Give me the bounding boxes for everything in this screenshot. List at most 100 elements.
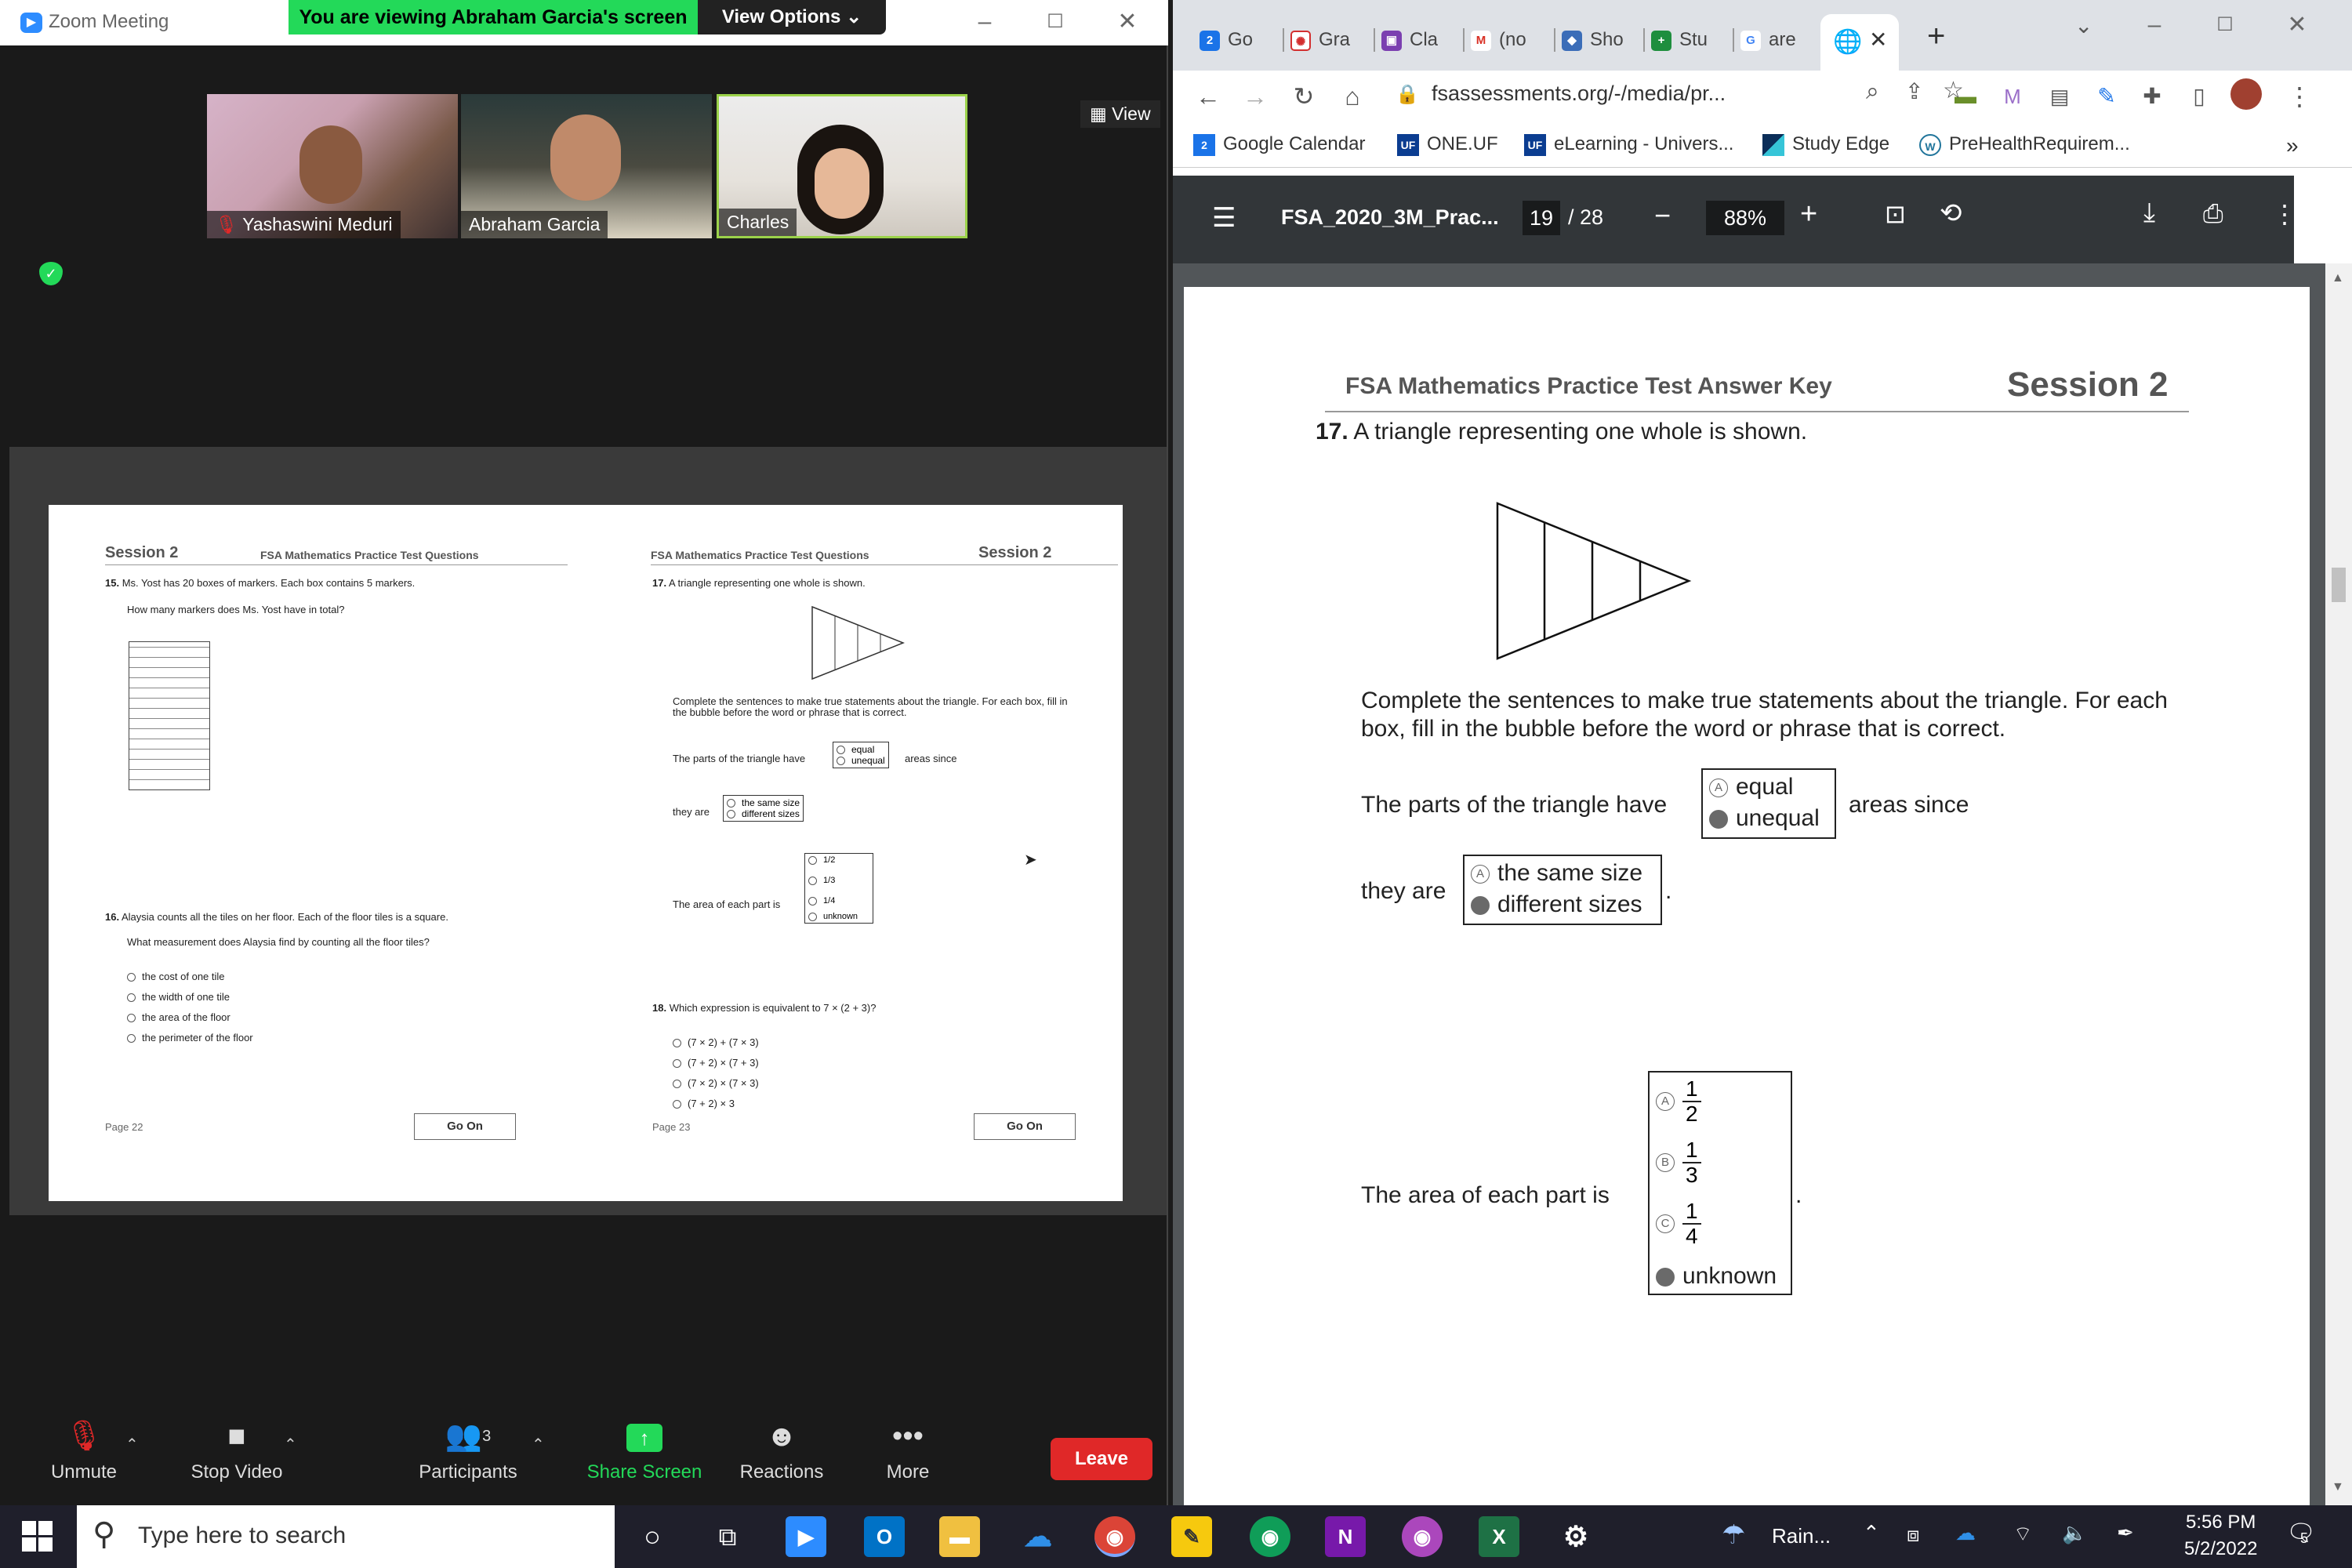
participant-video[interactable]: Abraham Garcia (461, 94, 712, 238)
extensions-puzzle-icon[interactable]: ✚ (2134, 78, 2170, 114)
google-calendar-icon: 2 (1200, 30, 1220, 51)
url-text: fsassessments.org/-/media/pr... (1432, 82, 1726, 105)
more-bookmarks-chevron-icon[interactable]: » (2286, 133, 2299, 158)
zoom-out-icon[interactable]: − (1654, 199, 1671, 232)
weather-text[interactable]: Rain... (1772, 1524, 1831, 1548)
onedrive-tray-icon[interactable]: ☁ (1955, 1521, 1976, 1545)
more-button[interactable]: ••• More (869, 1411, 947, 1483)
bookmark-star-icon[interactable]: ☆ (1943, 77, 1964, 104)
extension-icon[interactable]: ✎ (2089, 78, 2125, 114)
extension-icon[interactable]: M (1994, 78, 2031, 114)
home-icon[interactable]: ⌂ (1334, 78, 1370, 114)
file-explorer-icon[interactable]: ▬ (939, 1516, 980, 1557)
share-screen-button[interactable]: ↑ Share Screen (574, 1411, 715, 1483)
fraction: 13 (1682, 1138, 1701, 1187)
onedrive-icon[interactable]: ☁ (1018, 1516, 1058, 1557)
audio-options-chevron-icon[interactable]: ⌃ (125, 1435, 139, 1454)
notifications-icon[interactable]: 🗨 5 (2286, 1519, 2316, 1547)
download-icon[interactable]: ⤓ (2143, 198, 2155, 228)
rotate-icon[interactable]: ⟲ (1940, 198, 1962, 229)
zoom-magnifier-icon[interactable]: ⌕ (1866, 78, 1879, 105)
leave-button[interactable]: Leave (1051, 1438, 1152, 1480)
scrollbar-thumb[interactable] (2332, 568, 2346, 602)
reload-icon[interactable]: ↻ (1286, 78, 1322, 114)
scroll-down-icon[interactable]: ▼ (2332, 1480, 2344, 1494)
task-view-icon[interactable]: ⧉ (707, 1516, 748, 1557)
side-panel-icon[interactable]: ▯ (2181, 78, 2217, 114)
pdf-filename: FSA_2020_3M_Prac... (1281, 205, 1499, 229)
show-hidden-icons-chevron-icon[interactable]: ⌃ (1863, 1521, 1880, 1545)
pdf-more-icon[interactable]: ⋮ (2272, 199, 2297, 229)
excel-app-icon[interactable]: X (1479, 1516, 1519, 1557)
print-icon[interactable]: ⎙ (2203, 199, 2223, 229)
participants-button[interactable]: 👥3 Participants (401, 1411, 535, 1483)
bubble-icon (673, 1039, 681, 1048)
chrome-profile-icon[interactable]: ◉ (1402, 1516, 1443, 1557)
tab-search-chevron-icon[interactable]: ⌄ (2074, 13, 2092, 38)
profile-avatar-icon[interactable] (2228, 78, 2264, 114)
participants-icon: 👥3 (445, 1420, 492, 1453)
pdf-page: FSA Mathematics Practice Test Answer Key… (1184, 287, 2310, 1526)
participants-options-chevron-icon[interactable]: ⌃ (532, 1435, 545, 1454)
tab[interactable]: ✺ Gra (1290, 20, 1369, 60)
network-device-icon[interactable]: ⧈ (1907, 1523, 1920, 1548)
video-options-chevron-icon[interactable]: ⌃ (284, 1435, 297, 1454)
zoom-in-icon[interactable]: + (1800, 198, 1817, 231)
maximize-icon[interactable]: ☐ (2209, 9, 2241, 41)
close-tab-icon[interactable]: ✕ (1869, 27, 1887, 53)
participant-video[interactable]: 🎙 Yashaswini Meduri (207, 94, 458, 238)
bubble-icon (727, 810, 735, 819)
tab[interactable]: + Stu (1651, 20, 1730, 60)
sticky-notes-icon[interactable]: ✎ (1171, 1516, 1212, 1557)
tab[interactable]: Gare (1740, 20, 1819, 60)
clock[interactable]: 5:56 PM 5/2/2022 (2184, 1512, 2257, 1560)
bookmark[interactable]: W PreHealthRequirem... (1919, 133, 2130, 156)
security-shield-icon[interactable]: ✓ (39, 262, 63, 285)
unmute-button[interactable]: 🎙 Unmute (41, 1411, 127, 1483)
new-tab-icon[interactable]: + (1927, 19, 1945, 54)
wifi-icon[interactable]: ⌔ (2013, 1521, 2032, 1547)
tab[interactable]: M (no (1471, 20, 1549, 60)
bookmark[interactable]: 2 Google Calendar (1193, 133, 1365, 156)
close-icon[interactable]: ✕ (2281, 9, 2313, 41)
forward-arrow-icon[interactable]: → (1237, 78, 1273, 114)
windows-start-icon[interactable] (22, 1521, 53, 1552)
scroll-up-icon[interactable]: ▲ (2332, 271, 2344, 285)
minimize-icon[interactable]: – (2139, 9, 2170, 41)
chrome-app-icon-active[interactable]: ◉ (1094, 1516, 1135, 1557)
weather-rain-icon[interactable]: ☂ (1722, 1519, 1745, 1551)
menu-dots-icon[interactable]: ⋮ (2281, 78, 2318, 114)
share-icon[interactable]: ⇪ (1905, 78, 1923, 104)
settings-gear-icon[interactable]: ⚙ (1555, 1516, 1596, 1557)
bookmark[interactable]: UF eLearning - Univers... (1524, 133, 1733, 156)
bookmark[interactable]: UF ONE.UF (1397, 133, 1498, 156)
active-tab[interactable]: 🌐 ✕ (1820, 14, 1899, 78)
chrome-profile-icon[interactable]: ◉ (1250, 1516, 1290, 1557)
scrollbar[interactable]: ▲ ▼ (2325, 263, 2352, 1505)
stop-video-button[interactable]: ■ Stop Video (174, 1411, 299, 1483)
cortana-icon[interactable]: ○ (632, 1516, 673, 1557)
pen-icon[interactable]: ✒ (2117, 1521, 2134, 1545)
tab[interactable]: 2 Go (1200, 20, 1270, 60)
bookmark[interactable]: Study Edge (1762, 133, 1889, 156)
close-icon[interactable]: ✕ (1112, 6, 1143, 38)
outlook-app-icon[interactable]: O (864, 1516, 905, 1557)
reactions-button[interactable]: ☻ Reactions (731, 1411, 833, 1483)
extension-icon[interactable]: ▤ (2042, 78, 2078, 114)
participant-video-active[interactable]: Charles (717, 94, 967, 238)
onenote-app-icon[interactable]: N (1325, 1516, 1366, 1557)
tab[interactable]: ▣ Cla (1381, 20, 1460, 60)
zoom-level-input[interactable]: 88% (1706, 201, 1784, 235)
view-button[interactable]: ▦ View (1080, 100, 1160, 128)
maximize-icon[interactable]: ☐ (1040, 6, 1071, 38)
volume-icon[interactable]: 🔈 (2062, 1521, 2087, 1545)
answer-box-fraction: A 12 B 13 C 14 unknown (1648, 1071, 1792, 1295)
tab[interactable]: ◆ Sho (1562, 20, 1640, 60)
minimize-icon[interactable]: – (969, 6, 1000, 38)
back-arrow-icon[interactable]: ← (1190, 78, 1226, 114)
hamburger-menu-icon[interactable]: ☰ (1212, 202, 1236, 234)
zoom-app-icon[interactable]: ▶ (786, 1516, 826, 1557)
page-number-input[interactable]: 19 (1523, 201, 1560, 235)
view-options-button[interactable]: View Options ⌄ (698, 0, 886, 34)
fit-page-icon[interactable]: ⊡ (1885, 199, 1906, 229)
